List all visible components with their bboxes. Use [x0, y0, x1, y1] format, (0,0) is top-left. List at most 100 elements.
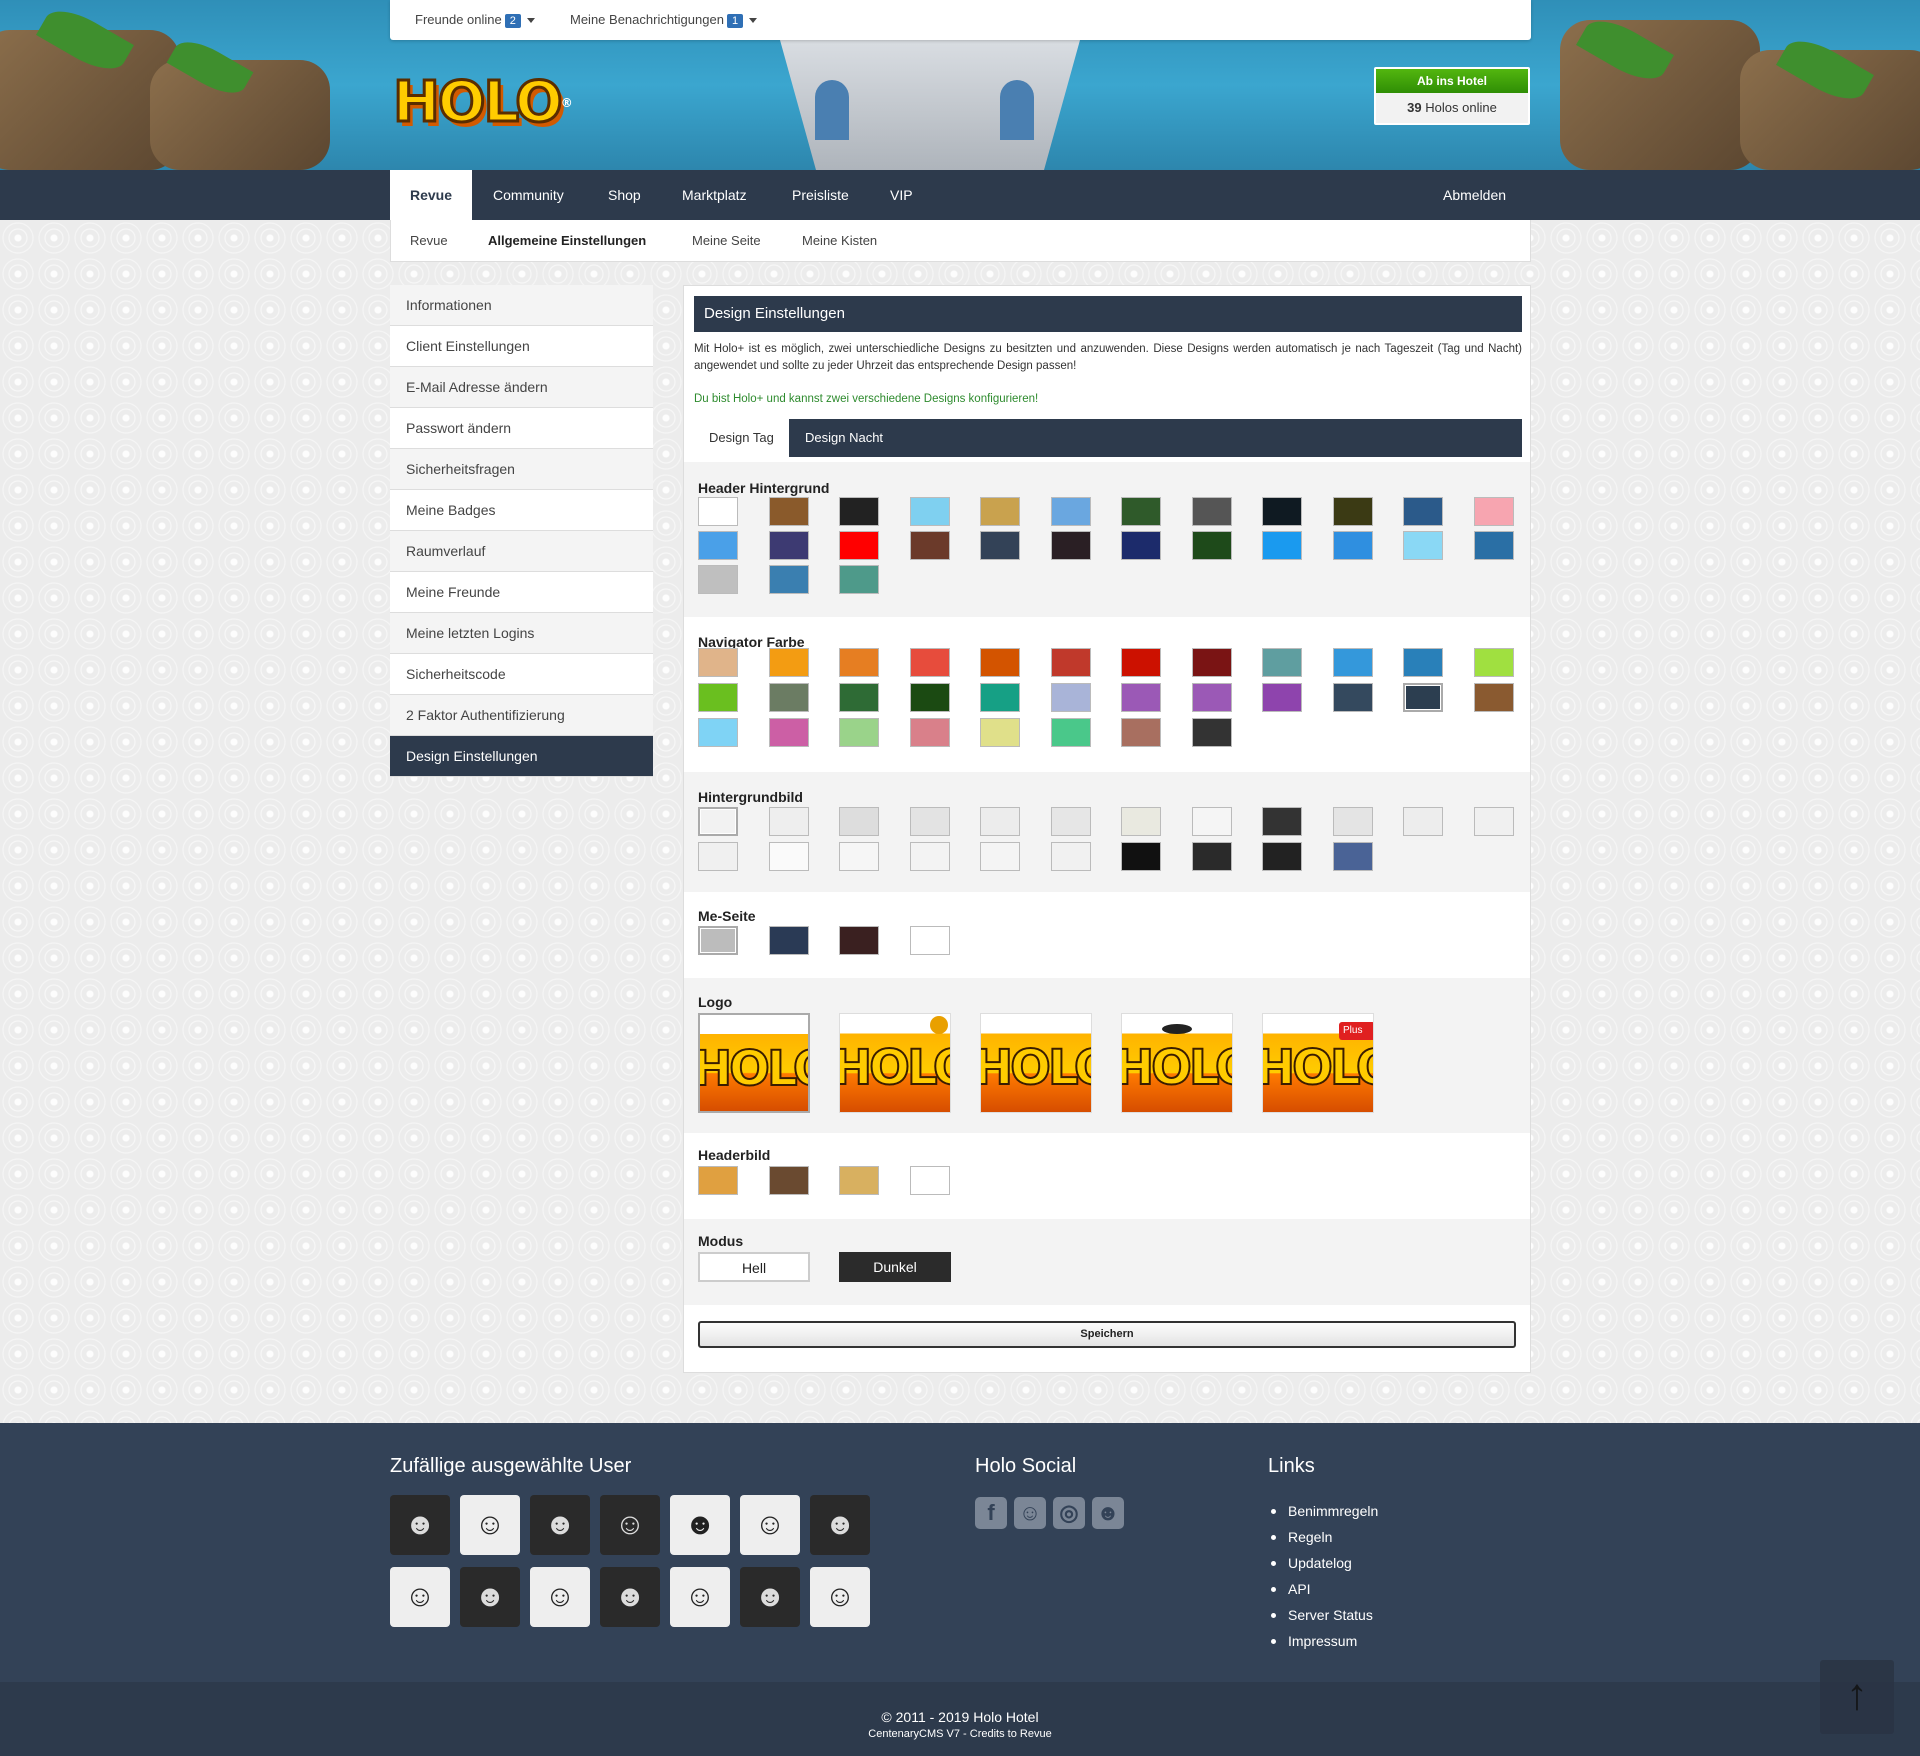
- me-swatch[interactable]: [768, 926, 809, 955]
- enter-hotel-button[interactable]: Ab ins Hotel: [1376, 69, 1528, 93]
- nav-item-revue[interactable]: Revue: [390, 170, 473, 220]
- header-swatch[interactable]: [1050, 497, 1091, 526]
- header-swatch[interactable]: [1473, 531, 1514, 560]
- bgimg-swatch[interactable]: [980, 842, 1020, 871]
- instagram-icon[interactable]: ◎: [1053, 1497, 1085, 1529]
- subnav-item-my-page[interactable]: Meine Seite: [692, 220, 761, 262]
- user-avatar[interactable]: ☻: [810, 1495, 870, 1555]
- bgimg-swatch[interactable]: [909, 807, 950, 836]
- nav-swatch[interactable]: [1121, 683, 1161, 712]
- header-swatch[interactable]: [1332, 531, 1373, 560]
- footer-link-api[interactable]: API: [1268, 1576, 1378, 1602]
- bgimg-swatch[interactable]: [1262, 842, 1302, 871]
- nav-item-shop[interactable]: Shop: [588, 170, 661, 220]
- bgimg-swatch[interactable]: [1121, 807, 1161, 836]
- nav-swatch[interactable]: [1050, 648, 1091, 677]
- header-swatch[interactable]: [1403, 531, 1443, 560]
- footer-link-impressum[interactable]: Impressum: [1268, 1628, 1378, 1654]
- user-avatar[interactable]: ☻: [740, 1567, 800, 1627]
- nav-swatch[interactable]: [839, 683, 879, 712]
- footer-link-regeln[interactable]: Regeln: [1268, 1524, 1378, 1550]
- scroll-to-top-button[interactable]: ↑: [1820, 1660, 1894, 1734]
- nav-swatch[interactable]: [698, 648, 738, 677]
- user-avatar[interactable]: ☻: [460, 1567, 520, 1627]
- hdimg-swatch[interactable]: [768, 1166, 809, 1195]
- bgimg-swatch[interactable]: [1050, 807, 1091, 836]
- footer-link-updatelog[interactable]: Updatelog: [1268, 1550, 1378, 1576]
- snapchat-icon[interactable]: ☺: [1014, 1497, 1046, 1529]
- header-swatch[interactable]: [768, 565, 809, 594]
- bgimg-swatch[interactable]: [698, 842, 738, 871]
- footer-link-benimmregeln[interactable]: Benimmregeln: [1268, 1498, 1378, 1524]
- logo-option-1[interactable]: HOLO: [698, 1013, 810, 1113]
- bgimg-swatch[interactable]: [1121, 842, 1161, 871]
- header-swatch[interactable]: [1473, 497, 1514, 526]
- header-swatch[interactable]: [909, 531, 950, 560]
- header-swatch[interactable]: [698, 497, 738, 526]
- header-swatch[interactable]: [1332, 497, 1373, 526]
- nav-swatch[interactable]: [1191, 718, 1232, 747]
- user-avatar[interactable]: ☺: [530, 1567, 590, 1627]
- bgimg-swatch[interactable]: [1191, 842, 1232, 871]
- me-swatch[interactable]: [839, 926, 879, 955]
- user-avatar[interactable]: ☻: [600, 1567, 660, 1627]
- user-avatar[interactable]: ☺: [600, 1495, 660, 1555]
- subnav-item-my-boxes[interactable]: Meine Kisten: [802, 220, 877, 262]
- subnav-item-general-settings[interactable]: Allgemeine Einstellungen: [488, 220, 646, 262]
- user-avatar[interactable]: ☻: [670, 1495, 730, 1555]
- nav-swatch[interactable]: [698, 718, 738, 747]
- logo-option-4[interactable]: HOLO: [1121, 1013, 1233, 1113]
- sidebar-item-badges[interactable]: Meine Badges: [390, 490, 653, 531]
- sidebar-item-informationen[interactable]: Informationen: [390, 285, 653, 326]
- nav-swatch[interactable]: [1262, 648, 1302, 677]
- header-swatch[interactable]: [1121, 497, 1161, 526]
- nav-swatch[interactable]: [1332, 683, 1373, 712]
- user-avatar[interactable]: ☻: [390, 1495, 450, 1555]
- bgimg-swatch[interactable]: [768, 807, 809, 836]
- friends-online-dropdown[interactable]: Freunde online 2: [415, 12, 535, 28]
- nav-swatch[interactable]: [1473, 683, 1514, 712]
- header-swatch[interactable]: [909, 497, 950, 526]
- header-swatch[interactable]: [768, 531, 809, 560]
- nav-swatch[interactable]: [909, 648, 950, 677]
- nav-swatch[interactable]: [1050, 718, 1091, 747]
- header-swatch[interactable]: [698, 531, 738, 560]
- logo-option-2[interactable]: HOLO: [839, 1013, 951, 1113]
- user-avatar[interactable]: ☺: [460, 1495, 520, 1555]
- user-avatar[interactable]: ☺: [740, 1495, 800, 1555]
- header-swatch[interactable]: [1121, 531, 1161, 560]
- footer-link-server-status[interactable]: Server Status: [1268, 1602, 1378, 1628]
- header-swatch[interactable]: [1050, 531, 1091, 560]
- nav-swatch[interactable]: [980, 683, 1020, 712]
- header-swatch[interactable]: [980, 531, 1020, 560]
- sidebar-item-last-logins[interactable]: Meine letzten Logins: [390, 613, 653, 654]
- bgimg-swatch[interactable]: [1332, 842, 1373, 871]
- sidebar-item-room-history[interactable]: Raumverlauf: [390, 531, 653, 572]
- nav-swatch[interactable]: [980, 718, 1020, 747]
- nav-swatch[interactable]: [980, 648, 1020, 677]
- sidebar-item-security-questions[interactable]: Sicherheitsfragen: [390, 449, 653, 490]
- logo-option-5[interactable]: HOLOPlus: [1262, 1013, 1374, 1113]
- nav-swatch[interactable]: [839, 718, 879, 747]
- nav-swatch[interactable]: [1191, 648, 1232, 677]
- user-avatar[interactable]: ☺: [390, 1567, 450, 1627]
- nav-swatch[interactable]: [909, 683, 950, 712]
- facebook-icon[interactable]: f: [975, 1497, 1007, 1529]
- nav-item-vip[interactable]: VIP: [870, 170, 933, 220]
- nav-swatch[interactable]: [1050, 683, 1091, 712]
- save-button[interactable]: Speichern: [698, 1321, 1516, 1348]
- nav-swatch[interactable]: [1191, 683, 1232, 712]
- sidebar-item-design-settings[interactable]: Design Einstellungen: [390, 736, 653, 777]
- bgimg-swatch[interactable]: [839, 842, 879, 871]
- nav-swatch[interactable]: [839, 648, 879, 677]
- nav-swatch[interactable]: [1121, 718, 1161, 747]
- nav-swatch[interactable]: [698, 683, 738, 712]
- nav-item-community[interactable]: Community: [473, 170, 584, 220]
- nav-item-preisliste[interactable]: Preisliste: [772, 170, 869, 220]
- bgimg-swatch[interactable]: [839, 807, 879, 836]
- header-swatch[interactable]: [1191, 531, 1232, 560]
- user-avatar[interactable]: ☺: [670, 1567, 730, 1627]
- nav-swatch[interactable]: [1262, 683, 1302, 712]
- bgimg-swatch[interactable]: [1191, 807, 1232, 836]
- nav-swatch[interactable]: [1473, 648, 1514, 677]
